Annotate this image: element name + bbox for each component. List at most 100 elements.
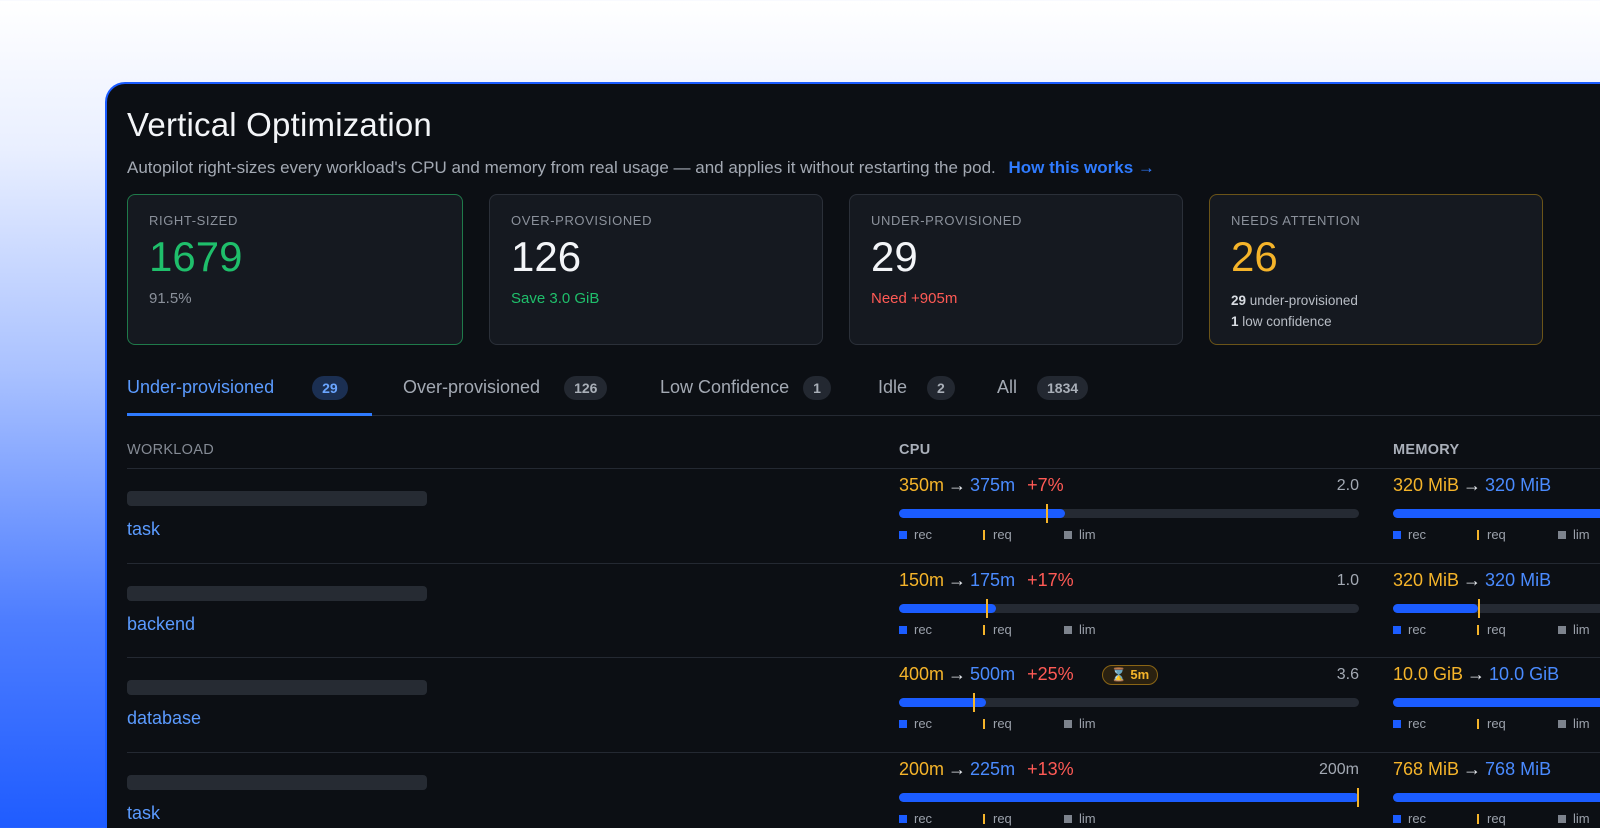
arrow-right-icon: →	[948, 759, 967, 779]
workload-name-link[interactable]: task	[127, 803, 160, 824]
legend-rec-label: rec	[1408, 622, 1427, 637]
page-content: Vertical Optimization Autopilot right-si…	[127, 84, 1600, 828]
tab-count-badge: 29	[312, 376, 348, 400]
subtitle-text: Autopilot right-sizes every workload's C…	[127, 158, 996, 177]
tab-count-badge: 126	[564, 376, 608, 400]
tab-over-provisioned[interactable]: Over-provisioned 126	[403, 374, 608, 416]
cpu-cell: 200m → 225m +13% 200m rec req lim	[899, 759, 1359, 828]
legend-rec-label: rec	[1408, 716, 1427, 731]
legend-req: req	[983, 811, 1012, 826]
rec-swatch-icon	[1393, 719, 1401, 728]
legend-req-label: req	[993, 811, 1012, 826]
rec-swatch-icon	[899, 625, 907, 634]
legend-lim-label: lim	[1079, 622, 1096, 637]
legend-lim: lim	[1558, 527, 1590, 542]
table-row[interactable]: backend 150m → 175m +17% 1.0 rec req lim…	[127, 563, 1600, 658]
legend-req: req	[1477, 716, 1506, 731]
detail-text: under-provisioned	[1246, 293, 1358, 309]
req-marker-icon	[1477, 718, 1479, 729]
app-window: Vertical Optimization Autopilot right-si…	[105, 82, 1600, 828]
tab-idle[interactable]: Idle 2	[878, 374, 955, 416]
tab-count-badge: 1834	[1037, 376, 1089, 400]
tab-count-badge: 2	[927, 376, 955, 400]
table-row[interactable]: task 350m → 375m +7% 2.0 rec req lim 320…	[127, 468, 1600, 563]
req-marker-icon	[983, 718, 985, 729]
memory-values: 320 MiB → 320 MiB	[1393, 475, 1600, 496]
workload-name-link[interactable]: database	[127, 708, 201, 729]
card-label: OVER-PROVISIONED	[511, 213, 653, 228]
req-marker-icon	[1477, 529, 1479, 540]
legend-req: req	[1477, 811, 1506, 826]
legend-rec-label: rec	[914, 811, 933, 826]
card-details: 29 under-provisioned 1 low confidence	[1231, 290, 1521, 332]
card-over-provisioned[interactable]: OVER-PROVISIONED 126 Save 3.0 GiB	[489, 194, 823, 345]
legend-req: req	[1477, 622, 1506, 637]
cpu-delta: +7%	[1027, 475, 1064, 495]
table-row[interactable]: task 200m → 225m +13% 200m rec req lim 7…	[127, 752, 1600, 828]
tab-all[interactable]: All 1834	[997, 374, 1089, 416]
tab-low-confidence[interactable]: Low Confidence 1	[660, 374, 831, 416]
workload-namespace-placeholder	[127, 680, 427, 695]
legend-lim: lim	[1558, 622, 1590, 637]
memory-values: 768 MiB → 768 MiB	[1393, 759, 1600, 780]
legend-req-label: req	[993, 527, 1012, 542]
legend-req: req	[983, 527, 1012, 542]
cpu-limit: 1.0	[1336, 572, 1359, 589]
memory-current: 320 MiB	[1393, 475, 1460, 495]
workload-namespace-placeholder	[127, 491, 427, 506]
workload-name-link[interactable]: task	[127, 519, 160, 540]
card-label: RIGHT-SIZED	[149, 213, 238, 228]
cpu-values: 200m → 225m +13%	[899, 759, 1359, 780]
req-marker-icon	[983, 813, 985, 824]
memory-recommended: 320 MiB	[1485, 475, 1552, 495]
cpu-req-marker	[973, 693, 975, 712]
cpu-usage-bar	[899, 788, 1359, 807]
rec-swatch-icon	[1393, 814, 1401, 823]
memory-rec-fill	[1393, 698, 1600, 707]
memory-usage-bar	[1393, 698, 1600, 707]
lim-swatch-icon	[1064, 530, 1072, 539]
tab-under-provisioned[interactable]: Under-provisioned 29	[127, 374, 372, 416]
cpu-req-marker	[1357, 788, 1359, 807]
cpu-values: 400m → 500m +25% ⌛ 5m	[899, 664, 1359, 685]
cpu-rec-fill	[899, 509, 1065, 518]
legend-req: req	[983, 622, 1012, 637]
cpu-recommended: 175m	[970, 570, 1016, 590]
memory-current: 320 MiB	[1393, 570, 1460, 590]
legend-rec: rec	[899, 527, 932, 542]
card-needs-attention[interactable]: NEEDS ATTENTION 26 29 under-provisioned …	[1209, 194, 1543, 345]
how-this-works-link[interactable]: How this works →	[1009, 158, 1155, 177]
cpu-cell: 150m → 175m +17% 1.0 rec req lim	[899, 570, 1359, 650]
tab-label: Over-provisioned	[403, 377, 541, 397]
column-header-memory[interactable]: MEMORY	[1393, 442, 1460, 458]
memory-usage-bar	[1393, 793, 1600, 802]
memory-rec-fill	[1393, 793, 1600, 802]
cpu-current: 400m	[899, 664, 945, 684]
column-header-cpu[interactable]: CPU	[899, 442, 931, 458]
table-row[interactable]: database 400m → 500m +25% ⌛ 5m 3.6 rec r…	[127, 657, 1600, 752]
legend-rec-label: rec	[1408, 811, 1427, 826]
req-marker-icon	[983, 624, 985, 635]
memory-cell: 768 MiB → 768 MiB rec req lim	[1393, 759, 1600, 828]
detail-under: 29 under-provisioned	[1231, 290, 1521, 311]
legend-req: req	[983, 716, 1012, 731]
cpu-delta: +17%	[1027, 570, 1074, 590]
card-label: NEEDS ATTENTION	[1231, 213, 1361, 228]
legend-req-label: req	[993, 716, 1012, 731]
filter-tabs: Under-provisioned 29 Over-provisioned 12…	[127, 374, 1600, 416]
memory-usage-bar	[1393, 509, 1600, 518]
legend-rec-label: rec	[914, 622, 933, 637]
cpu-values: 350m → 375m +7%	[899, 475, 1359, 496]
legend-rec: rec	[899, 622, 932, 637]
column-header-workload[interactable]: WORKLOAD	[127, 442, 214, 458]
req-marker-icon	[983, 529, 985, 540]
cpu-rec-fill	[899, 793, 1359, 802]
card-under-provisioned[interactable]: UNDER-PROVISIONED 29 Need +905m	[849, 194, 1183, 345]
cpu-cell: 350m → 375m +7% 2.0 rec req lim	[899, 475, 1359, 555]
card-right-sized[interactable]: RIGHT-SIZED 1679 91.5%	[127, 194, 463, 345]
memory-cell: 320 MiB → 320 MiB rec req lim	[1393, 475, 1600, 555]
legend-rec: rec	[899, 811, 932, 826]
cpu-recommended: 225m	[970, 759, 1016, 779]
page-subtitle: Autopilot right-sizes every workload's C…	[127, 158, 1155, 178]
workload-name-link[interactable]: backend	[127, 614, 195, 635]
